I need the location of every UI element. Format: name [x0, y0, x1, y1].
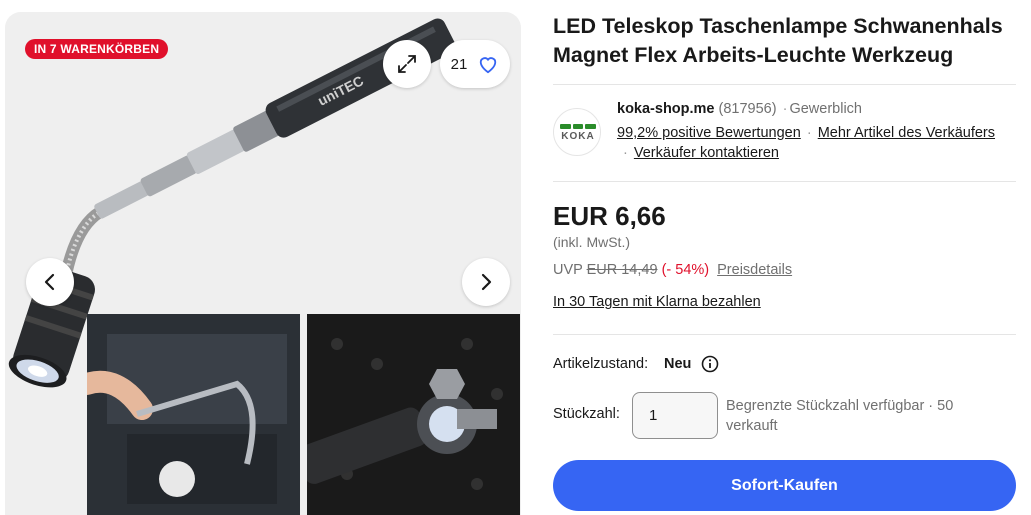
chevron-right-icon	[481, 273, 492, 291]
price-details-link[interactable]: Preisdetails	[717, 262, 792, 278]
divider	[553, 84, 1016, 85]
more-items-link[interactable]: Mehr Artikel des Verkäufers	[818, 125, 995, 141]
watch-count: 21	[450, 55, 468, 73]
fullscreen-button[interactable]	[383, 40, 431, 88]
tax-note: (inkl. MwSt.)	[553, 234, 630, 250]
klarna-link[interactable]: In 30 Tagen mit Klarna bezahlen	[553, 294, 761, 310]
logo-mark	[560, 124, 597, 129]
image-gallery: uniTEC IN 7 WARENKÖRBEN 21	[5, 12, 521, 515]
positive-feedback-link[interactable]: 99,2% positive Bewertungen	[617, 125, 801, 141]
seller-links: 99,2% positive Bewertungen · Mehr Artike…	[617, 125, 996, 141]
thumbnail-engine[interactable]	[87, 314, 300, 515]
contact-seller-link[interactable]: Verkäufer kontaktieren	[634, 145, 779, 161]
heart-icon	[480, 57, 497, 74]
quantity-input[interactable]	[632, 392, 718, 439]
info-icon[interactable]	[701, 355, 719, 373]
previous-image-button[interactable]	[26, 258, 74, 306]
cart-count-badge: IN 7 WARENKÖRBEN	[25, 39, 169, 59]
divider	[553, 334, 1016, 335]
divider	[553, 181, 1016, 182]
thumbnail-magnet[interactable]	[307, 314, 520, 515]
seller-name-link[interactable]: koka-shop.me	[617, 101, 715, 117]
condition-label: Artikelzustand:	[553, 356, 649, 372]
seller-feedback-count: (817956)	[718, 101, 777, 117]
uvp-line: UVP EUR 14,49 (- 54%) Preisdetails	[553, 262, 792, 278]
uvp-value: EUR 14,49	[586, 262, 658, 278]
discount-label: (- 54%)	[661, 262, 710, 278]
next-image-button[interactable]	[462, 258, 510, 306]
item-title: LED Teleskop Taschenlampe Schwanenhals M…	[553, 14, 1003, 67]
seller-logo[interactable]: KOKA	[553, 108, 601, 156]
uvp-label: UVP	[553, 262, 583, 278]
logo-text: KOKA	[561, 131, 595, 142]
seller-type: Gewerblich	[789, 101, 862, 117]
chevron-left-icon	[44, 273, 55, 291]
price: EUR 6,66	[553, 201, 666, 231]
expand-icon	[398, 55, 416, 73]
quantity-label: Stückzahl:	[553, 406, 620, 422]
quantity-availability: Begrenzte Stückzahl verfügbar · 50 verka…	[726, 398, 954, 434]
seller-contact: · Verkäufer kontaktieren	[623, 145, 779, 161]
watchlist-button[interactable]: 21	[440, 40, 510, 88]
condition-value: Neu	[664, 356, 692, 372]
buy-now-button[interactable]: Sofort-Kaufen	[553, 460, 1016, 511]
seller-info: koka-shop.me (817956) · Gewerblich	[617, 101, 862, 117]
